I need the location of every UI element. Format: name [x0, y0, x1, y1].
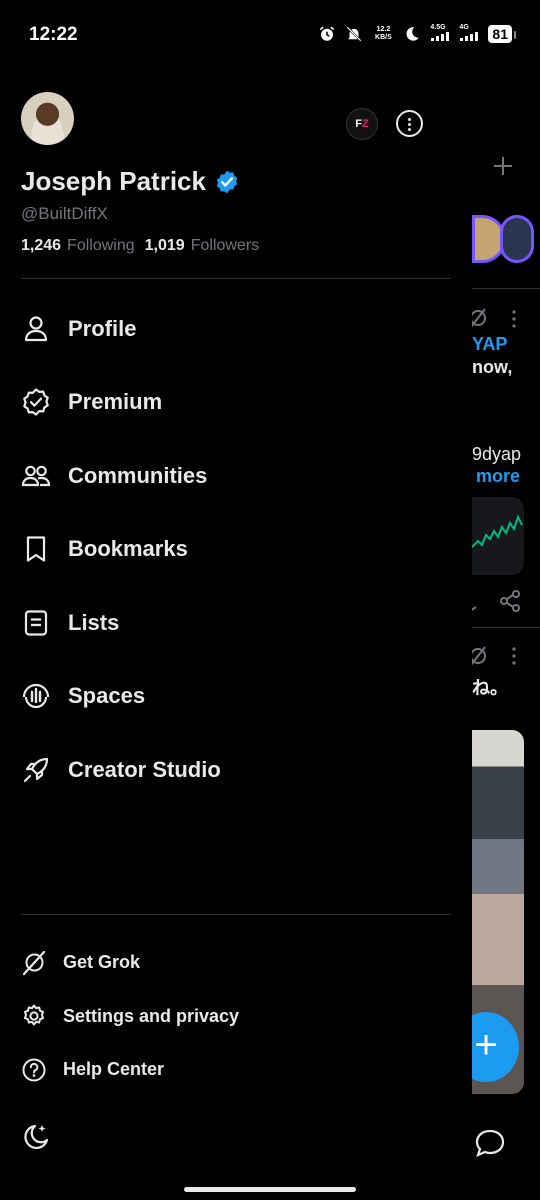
following-link[interactable]: 1,246 Following: [21, 237, 135, 255]
menu-label: Get Grok: [63, 952, 141, 973]
background-text: now,: [472, 357, 513, 377]
menu-label: Profile: [68, 315, 137, 341]
user-handle: @BuiltDiffX: [21, 204, 108, 223]
premium-badge-icon: [23, 388, 49, 416]
menu-label: Lists: [68, 609, 120, 635]
avatar[interactable]: [21, 92, 74, 145]
account-switcher-button[interactable]: FZ: [346, 108, 378, 140]
home-indicator[interactable]: [184, 1187, 356, 1192]
menu-item-bookmarks[interactable]: Bookmarks: [0, 513, 472, 587]
communities-icon: [21, 465, 51, 486]
menu-label: Premium: [68, 389, 163, 415]
background-separator: [472, 288, 540, 289]
network-speed: 12.2 KB/S: [375, 26, 392, 41]
menu-item-help-center[interactable]: Help Center: [0, 1043, 472, 1097]
background-text: YAP: [472, 334, 508, 354]
list-icon: [24, 610, 48, 636]
status-icons: 12.2 KB/S 4.5G 4G 81: [318, 24, 516, 44]
divider: [21, 914, 451, 915]
grok-icon: [22, 950, 46, 975]
name-row: Joseph Patrick: [21, 166, 240, 197]
background-share-icon: [500, 590, 520, 612]
bookmark-icon: [26, 536, 46, 562]
background-more-icon: [512, 647, 516, 665]
divider: [21, 278, 451, 279]
follow-stats: 1,246 Following 1,019 Followers: [21, 237, 259, 255]
background-text: ね。: [472, 678, 508, 698]
help-icon: [22, 1058, 46, 1082]
secondary-menu: Get Grok Settings and privacy Help Cente…: [0, 936, 472, 1097]
background-more-icon: [512, 310, 516, 328]
gear-icon: [24, 1004, 44, 1026]
more-options-button[interactable]: [396, 110, 423, 137]
compose-plus-icon: [494, 157, 512, 175]
display-name[interactable]: Joseph Patrick: [21, 166, 206, 197]
menu-item-settings[interactable]: Settings and privacy: [0, 990, 472, 1044]
background-link: more: [476, 466, 521, 486]
menu-item-creator-studio[interactable]: Creator Studio: [0, 733, 472, 807]
menu-item-communities[interactable]: Communities: [0, 439, 472, 513]
menu-item-spaces[interactable]: Spaces: [0, 660, 472, 734]
verified-badge-icon: [216, 170, 238, 193]
background-separator: [472, 627, 540, 628]
main-menu: Profile Premium Communities Bookmarks Li…: [0, 292, 472, 807]
menu-item-profile[interactable]: Profile: [0, 292, 472, 366]
alarm-icon: [320, 26, 335, 41]
theme-toggle-moon-icon[interactable]: [21, 1122, 51, 1152]
signal-2: 4G: [459, 24, 479, 44]
spaces-icon: [22, 684, 50, 709]
menu-label: Bookmarks: [68, 536, 188, 562]
background-chart-card: [472, 497, 524, 575]
messages-tab-icon: [475, 1129, 505, 1157]
background-spaces-avatars: [472, 215, 534, 265]
menu-item-premium[interactable]: Premium: [0, 366, 472, 440]
menu-label: Communities: [68, 462, 208, 488]
battery-level: 81: [488, 25, 516, 43]
menu-label: Settings and privacy: [63, 1005, 240, 1026]
status-time: 12:22: [29, 24, 78, 45]
menu-label: Creator Studio: [68, 756, 221, 782]
status-bar: 12:22 12.2 KB/S 4.5G 4G 81: [0, 0, 540, 70]
followers-link[interactable]: 1,019 Followers: [145, 237, 260, 255]
background-text: 9dyap: [472, 444, 522, 464]
navigation-drawer: FZ Joseph Patrick @BuiltDiffX 1,246 Follo…: [0, 70, 472, 1200]
menu-label: Help Center: [63, 1059, 165, 1080]
signal-1: 4.5G: [430, 24, 450, 44]
menu-label: Spaces: [68, 683, 146, 709]
menu-item-lists[interactable]: Lists: [0, 586, 472, 660]
menu-item-get-grok[interactable]: Get Grok: [0, 936, 472, 990]
rocket-icon: [23, 757, 49, 782]
moon-icon: [406, 27, 420, 41]
person-icon: [24, 316, 48, 341]
bell-muted-icon: [346, 26, 362, 42]
